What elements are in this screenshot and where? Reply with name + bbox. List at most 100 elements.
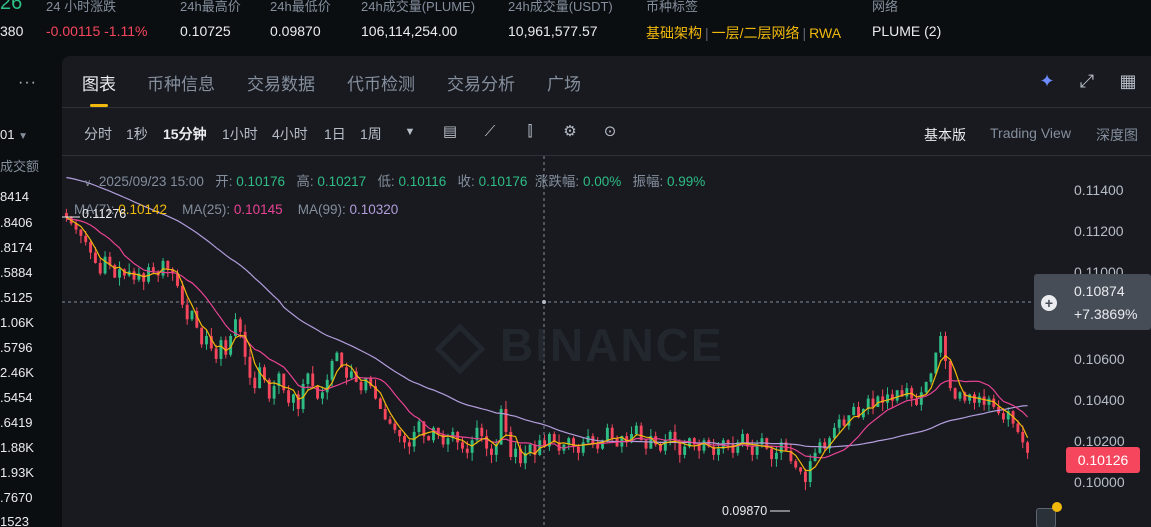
list-item: .5454 [0, 390, 33, 405]
tag-infrastructure[interactable]: 基础架构 [646, 25, 702, 41]
tag-rwa[interactable]: RWA [809, 25, 841, 41]
vol-plume-label: 24h成交量(PLUME) [361, 0, 476, 14]
candle-body [794, 461, 798, 468]
candle-body [465, 448, 469, 453]
candle-body [919, 392, 923, 405]
candle-body [876, 396, 880, 407]
column-header-amount: 成交额 [0, 159, 40, 174]
candle-body [987, 398, 991, 405]
tag-layer-network[interactable]: 一层/二层网络 [712, 25, 800, 41]
list-item: 1523 [0, 514, 29, 527]
candle-body [576, 446, 580, 453]
candle-body [1016, 423, 1020, 432]
expand-icon[interactable]: ⤢ [1076, 70, 1098, 92]
candlestick-chart[interactable]: BINANCE ∨ 2025/09/23 15:00 开: 0.10176 高:… [62, 156, 1151, 527]
candle-body [842, 419, 846, 426]
candle-body [832, 427, 836, 439]
tab-trading-analysis[interactable]: 交易分析 [447, 70, 515, 95]
list-item: .5796 [0, 340, 33, 355]
low-24h-label: 24h最低价 [270, 0, 331, 14]
last-price-label: 0.10126 [1066, 447, 1140, 473]
candle-body [320, 392, 324, 399]
vol-usdt-value: 10,961,577.57 [508, 23, 598, 39]
candle-body [886, 394, 889, 403]
candle-body [924, 381, 928, 393]
calendar-icon[interactable]: ▤ [440, 122, 460, 142]
add-alert-plus-icon[interactable]: + [1041, 295, 1057, 311]
candle-body [383, 409, 387, 420]
candle-body [683, 446, 687, 455]
active-tab-indicator [90, 104, 108, 107]
depth-icon[interactable]: ⊙ [600, 122, 620, 142]
candle-body [948, 361, 952, 389]
y-tick-label: 0.11200 [1074, 223, 1124, 239]
candle-type-icon[interactable]: ⫿ [520, 122, 540, 142]
candle-body [224, 340, 228, 355]
network-value[interactable]: PLUME (2) [872, 23, 941, 39]
chart-tabs: 图表 币种信息 交易数据 代币检测 交易分析 广场 ✦ ⤢ ▦ [62, 56, 1151, 108]
candle-body [79, 229, 83, 236]
view-tradingview[interactable]: Trading View [990, 125, 1071, 141]
interval-1s[interactable]: 1秒 [126, 124, 148, 144]
candle-body [398, 429, 402, 437]
list-item: 1.93K [0, 465, 34, 480]
candle-body [1001, 413, 1005, 420]
last-price-big: 26 [0, 0, 23, 14]
interval-15m[interactable]: 15分钟 [163, 124, 207, 144]
candle-body [403, 436, 406, 443]
more-icon[interactable]: ··· [18, 74, 37, 92]
tab-coin-info[interactable]: 币种信息 [147, 70, 215, 95]
candle-body [214, 348, 218, 359]
grid-icon[interactable]: ▦ [1117, 70, 1139, 92]
interval-1h[interactable]: 1小时 [222, 124, 258, 144]
view-depth[interactable]: 深度图 [1096, 125, 1138, 145]
close-value: 0.10176 [478, 174, 528, 189]
ma99-value: 0.10320 [349, 202, 399, 217]
more-intervals-chevron-icon[interactable]: ▼ [400, 122, 420, 142]
candle-body [939, 336, 943, 353]
interval-timeshare[interactable]: 分时 [84, 124, 112, 144]
settings-icon[interactable]: ⚙ [560, 122, 580, 142]
candle-date: 2025/09/23 15:00 [98, 174, 204, 189]
candle-body [378, 398, 382, 409]
candle-body [668, 431, 672, 441]
candle-body [480, 427, 484, 437]
candle-body [973, 394, 976, 403]
candle-body [151, 267, 155, 272]
precision-select[interactable]: 01 ▼ [0, 127, 28, 142]
candle-body [461, 442, 464, 449]
candle-body [166, 260, 170, 270]
tab-token-check[interactable]: 代币检测 [347, 70, 415, 95]
last-price-partial: 380 [0, 23, 24, 39]
chart-panel: 图表 币种信息 交易数据 代币检测 交易分析 广场 ✦ ⤢ ▦ 分时 1秒 15… [62, 56, 1151, 527]
indicator-icon[interactable]: ⟋ [480, 122, 500, 142]
view-basic[interactable]: 基本版 [924, 125, 966, 145]
interval-4h[interactable]: 4小时 [272, 124, 308, 144]
list-item: 1.88K [0, 440, 34, 455]
tab-chart[interactable]: 图表 [82, 70, 116, 95]
tab-trading-data[interactable]: 交易数据 [247, 70, 315, 95]
candle-body [316, 386, 320, 399]
tab-square[interactable]: 广场 [547, 70, 581, 95]
list-item: .5884 [0, 265, 33, 280]
sparkle-icon[interactable]: ✦ [1036, 70, 1058, 92]
candle-body [895, 390, 899, 401]
candle-body [634, 425, 638, 435]
low-marker-label: 0.09870 [722, 504, 768, 518]
candle-body [596, 444, 600, 449]
candle-body [528, 444, 532, 453]
trades-column: ··· 01 ▼ 成交额 8414 .8406 .8174 .5884 .512… [0, 52, 62, 527]
change-24h-label: 24 小时涨跌 [46, 0, 117, 14]
candle-body [427, 436, 431, 441]
candle-body [958, 392, 962, 399]
interval-1w[interactable]: 1周 [360, 124, 382, 144]
candle-body [977, 396, 981, 403]
crosshair-center [542, 300, 546, 304]
high-value: 0.10217 [317, 174, 367, 189]
open-value: 0.10176 [236, 174, 286, 189]
chevron-down-icon: ▼ [18, 131, 28, 142]
candle-body [808, 461, 812, 482]
candle-body [745, 434, 749, 447]
candle-body [190, 310, 194, 320]
interval-1d[interactable]: 1日 [324, 124, 346, 144]
